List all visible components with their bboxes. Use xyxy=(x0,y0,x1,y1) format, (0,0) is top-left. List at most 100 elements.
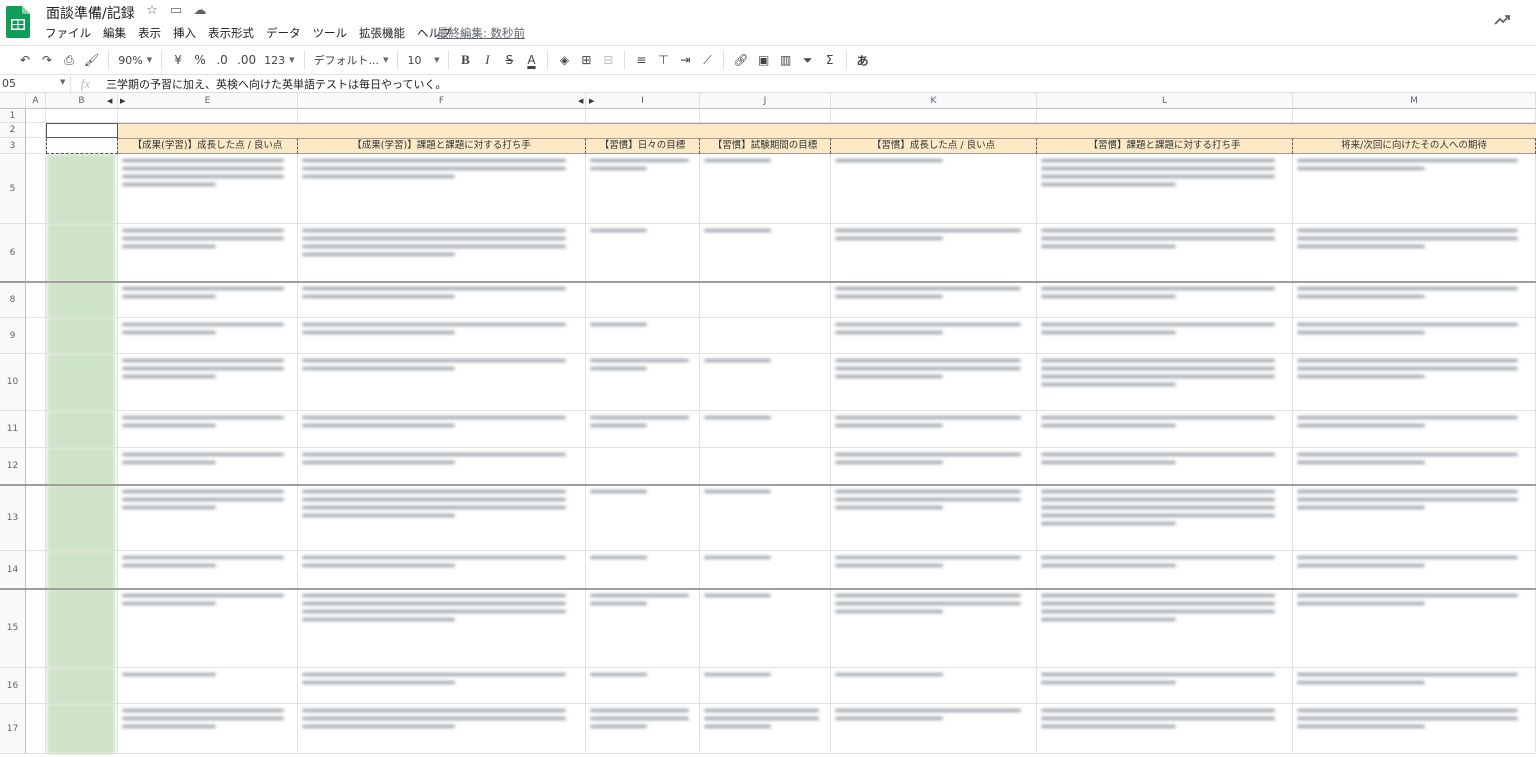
header-cell-l[interactable]: 【習慣】課題と課題に対する打ち手 xyxy=(1037,138,1293,154)
menu-data[interactable]: データ xyxy=(266,25,301,41)
menu-view[interactable]: 表示 xyxy=(138,25,161,41)
hidden-columns-right-arrow-icon[interactable]: ▶ xyxy=(589,97,594,105)
grid-cell[interactable] xyxy=(1293,109,1536,123)
grid-cell[interactable] xyxy=(586,448,700,485)
font-select[interactable]: デフォルト... ▼ xyxy=(312,49,391,71)
row-header[interactable]: 11 xyxy=(0,411,26,448)
merge-cells-icon[interactable]: ⊟ xyxy=(599,49,617,71)
grid-cell[interactable] xyxy=(26,354,46,411)
header-cell-j[interactable]: 【習慣】試験期間の目標 xyxy=(700,138,831,154)
grid-cell[interactable] xyxy=(26,704,46,754)
column-header-k[interactable]: K xyxy=(831,93,1037,109)
column-header-m[interactable]: M xyxy=(1293,93,1536,109)
percent-button[interactable]: % xyxy=(191,49,209,71)
grid-cell[interactable] xyxy=(586,109,700,123)
grid-cell[interactable] xyxy=(26,551,46,589)
font-size-select[interactable]: 10 ▼ xyxy=(405,49,441,71)
row-header[interactable]: 1 xyxy=(0,109,26,123)
header-cell-e[interactable]: 【成果(学習)】成長した点 / 良い点 xyxy=(118,138,298,154)
star-icon[interactable]: ☆ xyxy=(144,3,160,18)
text-rotate-icon[interactable]: ⟋ xyxy=(698,49,716,71)
row-header[interactable]: 14 xyxy=(0,551,26,589)
vertical-align-icon[interactable]: ⊤ xyxy=(654,49,672,71)
menu-edit[interactable]: 編集 xyxy=(103,25,126,41)
column-header-i[interactable]: I xyxy=(586,93,700,109)
grid-cell[interactable] xyxy=(26,123,46,138)
row-header[interactable]: 3 xyxy=(0,138,26,154)
spreadsheet-grid[interactable]: A B E F I J K L M ◀ ▶ ◀ ▶ 1 2 3 5 6 8 9 10 11 12 1… xyxy=(0,93,1536,757)
grid-cell[interactable] xyxy=(700,282,831,318)
grid-cell[interactable] xyxy=(26,224,46,282)
formula-input[interactable]: 三学期の予習に加え、英検へ向けた英単語テストは毎日やっていく。 xyxy=(100,76,446,92)
hidden-columns-right-arrow-icon[interactable]: ▶ xyxy=(120,97,125,105)
activity-trend-icon[interactable] xyxy=(1494,12,1510,28)
column-header-j[interactable]: J xyxy=(700,93,831,109)
menu-tools[interactable]: ツール xyxy=(313,25,348,41)
row-header[interactable]: 5 xyxy=(0,154,26,224)
fill-color-icon[interactable]: ◈ xyxy=(555,49,573,71)
hidden-columns-left-arrow-icon[interactable]: ◀ xyxy=(107,97,112,105)
text-color-button[interactable]: A xyxy=(522,49,540,71)
cell-b2[interactable] xyxy=(46,123,118,138)
grid-cell[interactable] xyxy=(26,589,46,668)
grid-cell[interactable] xyxy=(831,109,1037,123)
strikethrough-button[interactable]: S xyxy=(500,49,518,71)
cloud-status-icon[interactable]: ☁ xyxy=(192,3,208,18)
link-icon[interactable]: 🔗︎ xyxy=(731,49,750,71)
document-title[interactable]: 面談準備/記録 xyxy=(46,3,135,23)
grid-cell[interactable] xyxy=(700,318,831,354)
header-cell-k[interactable]: 【習慣】成長した点 / 良い点 xyxy=(831,138,1037,154)
grid-cell[interactable] xyxy=(26,411,46,448)
italic-button[interactable]: I xyxy=(478,49,496,71)
grid-cell[interactable] xyxy=(46,109,118,123)
menu-format[interactable]: 表示形式 xyxy=(208,25,254,41)
row-header[interactable]: 17 xyxy=(0,704,26,754)
grid-cell[interactable] xyxy=(26,154,46,224)
horizontal-align-icon[interactable]: ≡ xyxy=(632,49,650,71)
column-header-f[interactable]: F xyxy=(298,93,586,109)
grid-cell[interactable] xyxy=(700,448,831,485)
row-header[interactable]: 13 xyxy=(0,485,26,551)
more-formats-select[interactable]: 123 ▼ xyxy=(262,49,296,71)
print-icon[interactable]: ⎙ xyxy=(60,49,78,71)
menu-extensions[interactable]: 拡張機能 xyxy=(359,25,405,41)
zoom-select[interactable]: 90% ▼ xyxy=(116,49,154,71)
grid-cell[interactable] xyxy=(26,109,46,123)
menu-insert[interactable]: 挿入 xyxy=(173,25,196,41)
row-header[interactable]: 16 xyxy=(0,668,26,704)
currency-button[interactable]: ¥ xyxy=(169,49,187,71)
row-header[interactable]: 9 xyxy=(0,318,26,354)
chart-icon[interactable]: ▥ xyxy=(777,49,795,71)
header-cell-f[interactable]: 【成果(学習)】課題と課題に対する打ち手 xyxy=(298,138,586,154)
grid-cell[interactable] xyxy=(26,448,46,485)
row-header[interactable]: 6 xyxy=(0,224,26,282)
grid-cell[interactable] xyxy=(26,668,46,704)
grid-cell[interactable] xyxy=(586,282,700,318)
select-all-corner[interactable] xyxy=(0,93,26,109)
cell-b3[interactable] xyxy=(46,138,118,154)
column-header-e[interactable]: E xyxy=(118,93,298,109)
grid-cell[interactable] xyxy=(118,109,298,123)
grid-cell[interactable] xyxy=(26,485,46,551)
last-edit-link[interactable]: 最終編集: 数秒前 xyxy=(437,25,525,41)
row-header[interactable]: 15 xyxy=(0,589,26,668)
header-cell-m[interactable]: 将来/次回に向けたその人への期待 xyxy=(1293,138,1536,154)
comment-icon[interactable]: ▣ xyxy=(755,49,773,71)
column-header-a[interactable]: A xyxy=(26,93,46,109)
name-box[interactable]: 05 ▼ xyxy=(0,77,70,90)
filter-icon[interactable]: ⏷ xyxy=(799,49,817,71)
folder-move-icon[interactable]: ▭ xyxy=(168,3,184,18)
bold-button[interactable]: B xyxy=(456,49,474,71)
row-header[interactable]: 8 xyxy=(0,282,26,318)
increase-decimal-button[interactable]: .00 xyxy=(235,49,258,71)
functions-icon[interactable]: Σ xyxy=(821,49,839,71)
decrease-decimal-button[interactable]: .0 xyxy=(213,49,231,71)
grid-cell[interactable] xyxy=(1037,109,1293,123)
row-header[interactable]: 10 xyxy=(0,354,26,411)
menu-file[interactable]: ファイル xyxy=(45,25,91,41)
text-wrap-icon[interactable]: ⇥ xyxy=(676,49,694,71)
column-header-l[interactable]: L xyxy=(1037,93,1293,109)
undo-icon[interactable]: ↶ xyxy=(16,49,34,71)
paint-format-icon[interactable]: 🖌︎ xyxy=(82,49,101,71)
row-header[interactable]: 2 xyxy=(0,123,26,138)
